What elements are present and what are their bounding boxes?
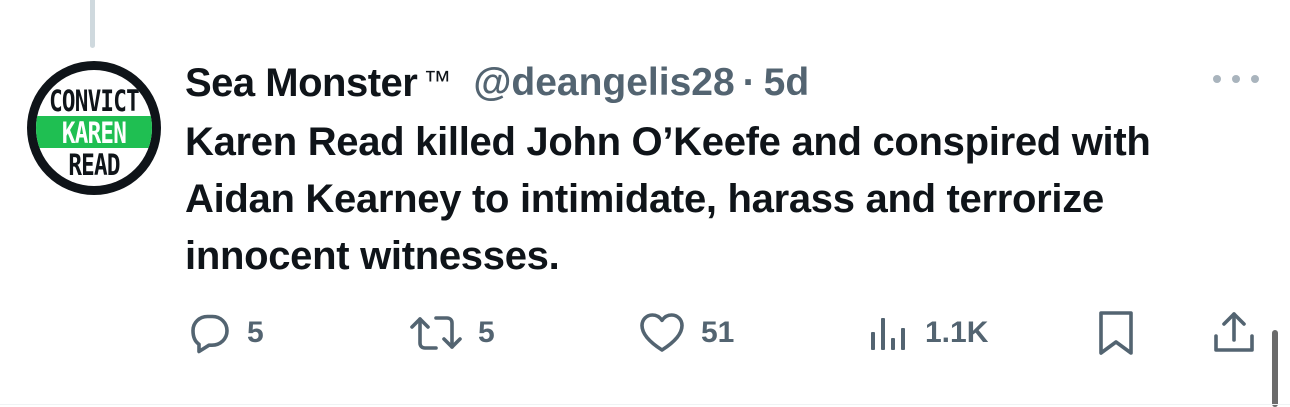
user-handle[interactable]: @deangelis28 — [473, 61, 734, 105]
tweet-text: Karen Read killed John O’Keefe and consp… — [185, 120, 1151, 278]
share-icon — [1211, 309, 1257, 357]
views-count: 1.1K — [925, 316, 989, 349]
retweet-icon — [408, 310, 464, 356]
avatar[interactable]: CONVICT KAREN READ — [27, 61, 161, 195]
divider — [0, 404, 1290, 405]
like-icon — [637, 310, 687, 356]
more-dot — [1213, 75, 1221, 83]
reply-count: 5 — [247, 316, 264, 349]
more-dot — [1251, 75, 1259, 83]
separator-dot: · — [742, 61, 756, 104]
display-name[interactable]: Sea Monster — [185, 61, 418, 106]
timestamp[interactable]: 5d — [764, 61, 810, 105]
retweet-count: 5 — [478, 316, 495, 349]
reply-button[interactable]: 5 — [187, 309, 264, 357]
like-button[interactable]: 51 — [637, 309, 734, 357]
bookmark-icon — [1096, 309, 1136, 357]
scrollbar[interactable] — [1272, 330, 1278, 407]
retweet-button[interactable]: 5 — [408, 309, 495, 357]
more-icon[interactable] — [1213, 64, 1259, 94]
views-icon — [867, 310, 911, 356]
more-dot — [1232, 75, 1240, 83]
avatar-text-line3: READ — [68, 148, 120, 182]
share-button[interactable] — [1211, 309, 1257, 357]
tweet-header: Sea Monster ™ @deangelis28 · 5d — [185, 60, 809, 106]
bookmark-button[interactable] — [1096, 309, 1136, 357]
like-count: 51 — [701, 316, 735, 349]
avatar-text-line2: KAREN — [61, 116, 127, 150]
thread-connector-line — [90, 0, 95, 48]
views-button[interactable]: 1.1K — [867, 309, 988, 357]
avatar-text-line1: CONVICT — [49, 84, 140, 118]
reply-icon — [187, 310, 233, 356]
avatar-image: CONVICT KAREN READ — [36, 70, 152, 186]
trademark-badge: ™ — [423, 65, 452, 96]
